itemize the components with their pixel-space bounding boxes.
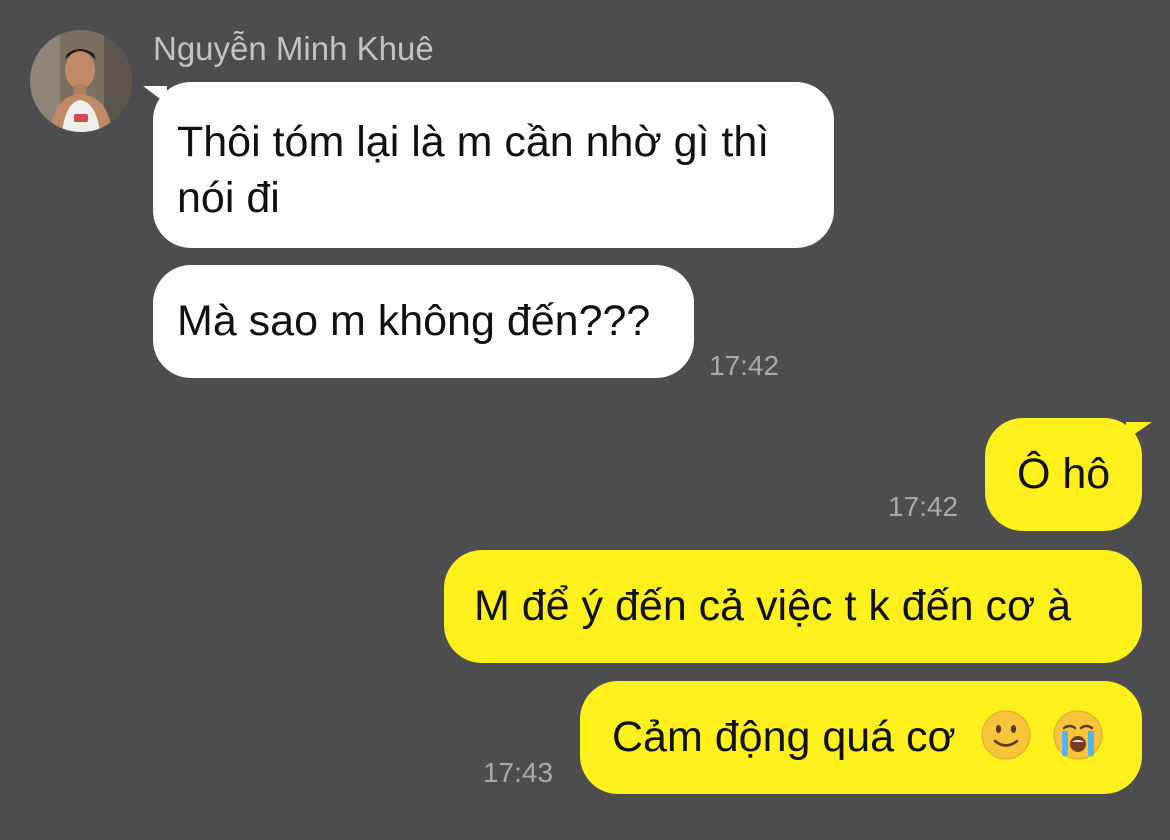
message-text-line: Thôi tóm lại là m cần nhờ gì thì xyxy=(177,118,770,166)
incoming-message-bubble[interactable]: Thôi tóm lại là m cần nhờ gì thì nói đi xyxy=(153,82,834,248)
sender-name: Nguyễn Minh Khuê xyxy=(153,30,434,67)
slightly-smiling-face-icon xyxy=(980,709,1032,761)
outgoing-message-bubble[interactable]: Cảm động quá cơ xyxy=(580,681,1142,794)
message-text: Ô hô xyxy=(1017,450,1111,498)
message-text: Mà sao m không đến??? xyxy=(177,297,651,345)
incoming-message-bubble[interactable]: Mà sao m không đến??? xyxy=(153,265,694,378)
outgoing-message-bubble[interactable]: Ô hô xyxy=(985,418,1142,531)
message-text: M để ý đến cả việc t k đến cơ à xyxy=(474,582,1072,630)
outgoing-message-bubble[interactable]: M để ý đến cả việc t k đến cơ à xyxy=(444,550,1142,663)
message-timestamp: 17:43 xyxy=(483,757,554,788)
message-text: Cảm động quá cơ xyxy=(612,713,956,761)
message-timestamp: 17:42 xyxy=(709,350,780,381)
loudly-crying-face-icon xyxy=(1052,709,1104,761)
contact-avatar[interactable] xyxy=(30,30,132,132)
message-timestamp: 17:42 xyxy=(888,491,959,522)
message-text-line: nói đi xyxy=(177,174,280,222)
